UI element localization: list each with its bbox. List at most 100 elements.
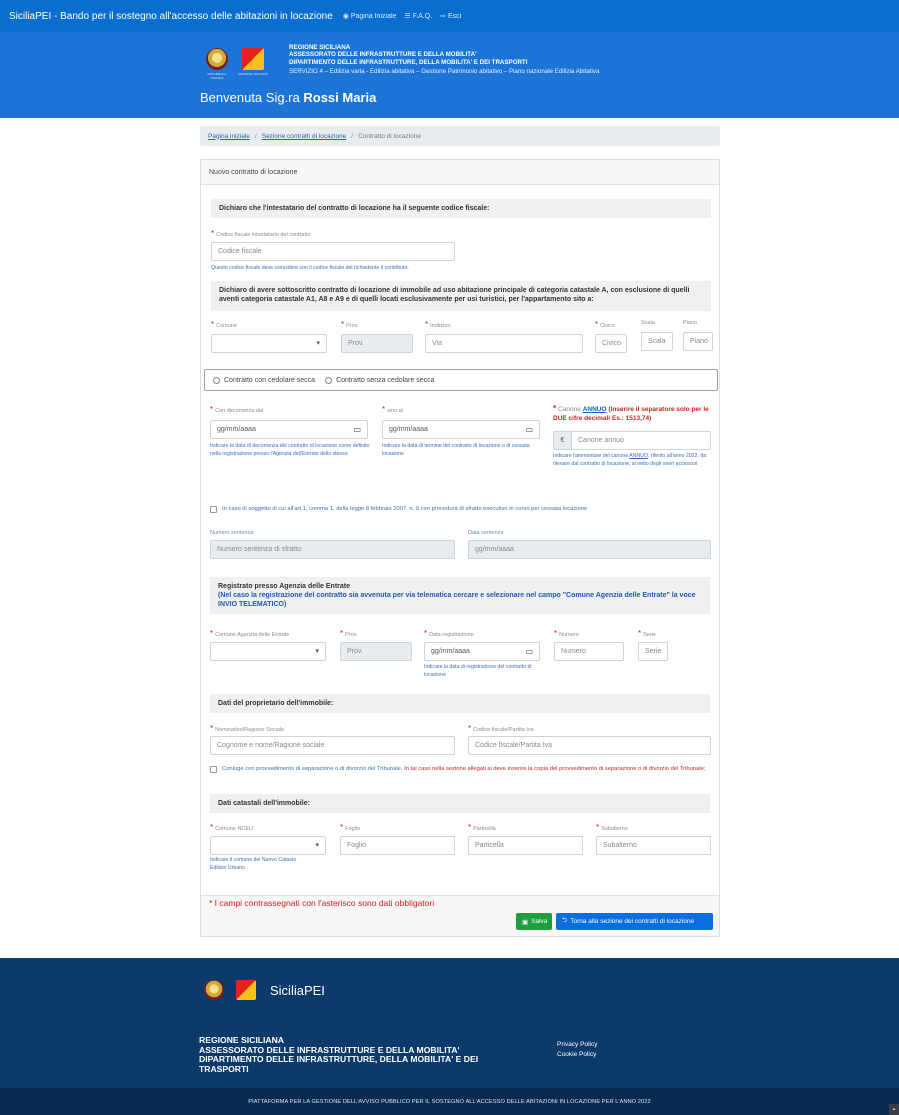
foglio-input[interactable]: Foglio — [340, 836, 455, 855]
nav-faq[interactable]: ☰ F.A.Q. — [404, 12, 432, 20]
particella-label: * Particella — [468, 823, 496, 832]
cedolare-radio-group: Contratto con cedolare secca Contratto s… — [204, 369, 718, 391]
canone-input[interactable]: € Canone annuo — [553, 431, 711, 450]
nav-logout[interactable]: ⇨ Esci — [440, 12, 461, 20]
decorrenza-label: * Con decorrenza dal — [210, 405, 264, 414]
footer-emblems: SiciliaPEI — [204, 980, 325, 1000]
data-sentenza-label: Data sentenza — [468, 530, 504, 536]
numero-sentenza-label: Numero sentenza — [210, 530, 254, 536]
cat-comune-label: * Comune NCEU — [210, 823, 254, 832]
data-sentenza-input: gg/mm/aaaa — [468, 540, 711, 559]
sfratto-checkbox[interactable]: In caso di soggetto di cui all'art.1, co… — [210, 505, 710, 514]
immobile-section-title: Dichiaro di avere sottoscritto contratto… — [211, 281, 711, 311]
reg-comune-label: * Comune Agenzia delle Entrate — [210, 629, 290, 638]
cf-section-title: Dichiaro che l'intestatario del contratt… — [211, 199, 711, 218]
app-title[interactable]: SiciliaPEI - Bando per il sostegno all'a… — [9, 11, 333, 22]
reg-serie-input[interactable]: Serie — [638, 642, 668, 661]
cat-comune-hint: Indicare il comune del Nuovo Catasto Edi… — [210, 857, 297, 871]
header-emblems: REPUBBLICA ITALIANA REGIONE SICILIANA — [206, 48, 268, 80]
breadcrumb-home[interactable]: Pagina iniziale — [208, 133, 250, 140]
civico-label: * Civico — [595, 320, 616, 329]
nominativo-input[interactable]: Cognome e nome/Ragione sociale — [210, 736, 455, 755]
save-button[interactable]: ▣ Salva — [516, 913, 552, 930]
cfpiva-input[interactable]: Codice fiscale/Partita Iva — [468, 736, 711, 755]
header-service: SERVIZIO 4 – Edilizia varia - Edilizia a… — [289, 68, 600, 75]
reg-data-hint: Indicare la data di registrazione del co… — [424, 664, 532, 678]
reg-data-label: * Data registrazione — [424, 629, 474, 638]
registrato-section-title: Registrato presso Agenzia delle Entrate(… — [210, 577, 710, 614]
scala-label: Scala — [641, 320, 655, 326]
list-icon: ☰ — [404, 13, 411, 20]
sino-label: * sino al — [382, 405, 404, 414]
breadcrumb-current: Contratto di locazione — [358, 132, 421, 140]
euro-icon: € — [554, 432, 572, 449]
piano-input[interactable]: Piano — [683, 332, 713, 351]
floppy-icon: ▣ — [522, 918, 529, 926]
reg-numero-label: * Numero — [554, 629, 579, 638]
welcome-message: Benvenuta Sig.ra Rossi Maria — [200, 90, 377, 105]
scala-input[interactable]: Scala — [641, 332, 673, 351]
back-icon: ⮌ — [562, 917, 568, 924]
footer-organization: REGIONE SICILIANA ASSESSORATO DELLE INFR… — [199, 1035, 479, 1074]
reg-data-input[interactable]: gg/mm/aaaa ▭ — [424, 642, 540, 661]
calendar-icon: ▭ — [525, 425, 533, 434]
italian-republic-emblem-icon — [204, 980, 224, 1000]
scroll-top-icon[interactable]: ▪ — [889, 1104, 899, 1115]
piano-label: Piano — [683, 320, 698, 326]
reg-serie-label: * Serie — [638, 629, 656, 638]
decorrenza-hint: Indicare la data di decorrenza del contr… — [210, 443, 370, 457]
canone-hint: Indicare l'ammontare del canone ANNUO, r… — [553, 453, 707, 467]
prov-label: * Prov. — [341, 320, 359, 329]
sino-date-input[interactable]: gg/mm/aaaa ▭ — [382, 420, 540, 439]
subalterno-input[interactable]: Subalterno — [596, 836, 711, 855]
italian-republic-emblem-icon: REPUBBLICA ITALIANA — [206, 48, 228, 80]
nominativo-label: * Nominativo/Ragione Sociale — [210, 724, 285, 733]
catastali-section-title: Dati catastali dell'immobile: — [210, 794, 710, 813]
logout-icon: ⇨ — [440, 13, 447, 20]
particella-input[interactable]: Particella — [468, 836, 583, 855]
nav-home[interactable]: ◉ Pagina Iniziale — [343, 12, 397, 20]
user-name: Rossi Maria — [303, 90, 377, 105]
radio-senza-cedolare[interactable]: Contratto senza cedolare secca — [325, 376, 435, 384]
footer-bottom-bar: PIATTAFORMA PER LA GESTIONE DELL'AVVISO … — [0, 1088, 899, 1115]
reg-numero-input[interactable]: Numero — [554, 642, 624, 661]
header-organization: REGIONE SICILIANA ASSESSORATO DELLE INFR… — [289, 44, 528, 66]
foglio-label: * Foglio — [340, 823, 361, 832]
reg-prov-field: Prov. — [340, 642, 412, 661]
cfpiva-label: * Codice fiscale/Partita Iva — [468, 724, 534, 733]
sicily-region-emblem-icon — [236, 980, 256, 1000]
cf-label: * Codice fiscale intestatario del contrat… — [211, 229, 311, 238]
decorrenza-date-input[interactable]: gg/mm/aaaa ▭ — [210, 420, 368, 439]
sicily-region-emblem-icon: REGIONE SICILIANA — [238, 48, 268, 76]
comune-label: * Comune — [211, 320, 237, 329]
canone-label: * Canone ANNUO (Inserire il separatore so… — [553, 404, 709, 422]
footer-brand: SiciliaPEI — [270, 982, 325, 998]
calendar-icon: ▭ — [353, 425, 361, 434]
cookie-policy-link[interactable]: Cookie Policy — [557, 1050, 597, 1060]
cf-input[interactable]: Codice fiscale — [211, 242, 455, 261]
indirizzo-label: * Indirizzo — [425, 320, 451, 329]
card-title: Nuovo contratto di locazione — [201, 160, 719, 185]
breadcrumb-section[interactable]: Sezione contratti di locazione — [262, 133, 347, 140]
top-nav: ◉ Pagina Iniziale ☰ F.A.Q. ⇨ Esci — [343, 12, 461, 20]
back-to-contracts-button[interactable]: ⮌ Torna alla sezione dei contratti di loc… — [556, 913, 713, 930]
comune-select[interactable] — [211, 334, 327, 353]
checkbox-icon — [210, 506, 217, 513]
proprietario-section-title: Dati del proprietario dell'immobile: — [210, 694, 710, 713]
radio-cedolare-secca[interactable]: Contratto con cedolare secca — [213, 376, 315, 384]
sino-hint: Indicare la data di termine del contratt… — [382, 443, 530, 457]
reg-comune-select[interactable] — [210, 642, 326, 661]
numero-sentenza-input: Numero sentenza di sfratto — [210, 540, 455, 559]
calendar-icon: ▭ — [525, 647, 533, 656]
coniuge-checkbox[interactable]: Coniuge con provvedimento di separazione… — [210, 765, 710, 774]
cf-hint: Questo codice fiscale deve coincidere co… — [211, 265, 409, 271]
page-header: REPUBBLICA ITALIANA REGIONE SICILIANA RE… — [0, 32, 899, 118]
cat-comune-select[interactable] — [210, 836, 326, 855]
indirizzo-input[interactable]: Via — [425, 334, 583, 353]
civico-input[interactable]: Civico — [595, 334, 627, 353]
footer-links: Privacy Policy Cookie Policy — [557, 1040, 597, 1060]
breadcrumb: Pagina iniziale / Sezione contratti di l… — [200, 126, 720, 146]
top-navbar: SiciliaPEI - Bando per il sostegno all'a… — [0, 0, 899, 32]
privacy-policy-link[interactable]: Privacy Policy — [557, 1040, 597, 1050]
page-footer: SiciliaPEI REGIONE SICILIANA ASSESSORATO… — [0, 958, 899, 1115]
